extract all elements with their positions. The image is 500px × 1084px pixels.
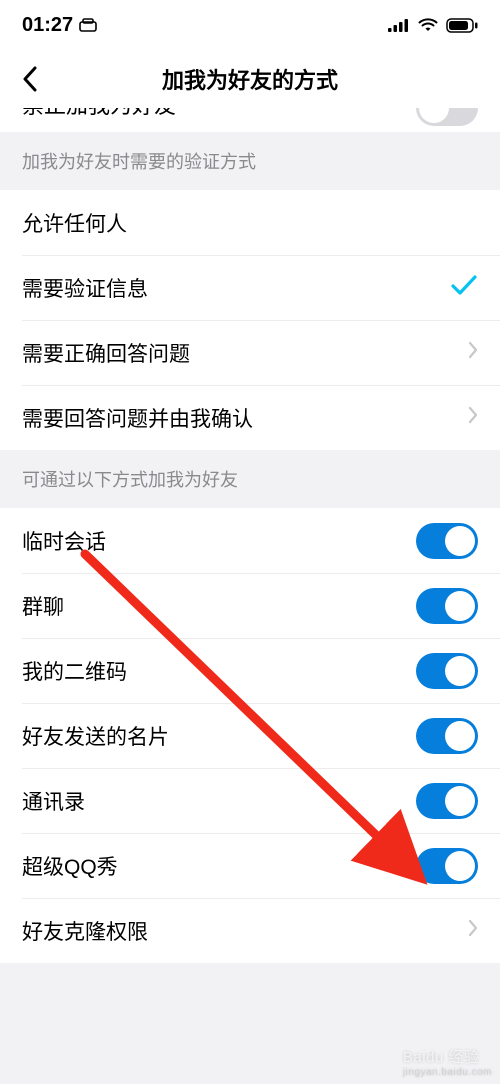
method-group-chat: 群聊 <box>0 573 500 638</box>
option-need-verify[interactable]: 需要验证信息 <box>0 255 500 320</box>
row-label: 临时会话 <box>22 526 106 556</box>
status-right <box>388 18 478 33</box>
toggle-group-chat[interactable] <box>416 588 478 624</box>
toggle-super-qq-show[interactable] <box>416 848 478 884</box>
section-header-methods: 可通过以下方式加我为好友 <box>0 450 500 508</box>
chevron-right-icon <box>468 406 478 429</box>
option-allow-anyone[interactable]: 允许任何人 <box>0 190 500 255</box>
row-label: 好友发送的名片 <box>22 721 169 751</box>
row-label: 通讯录 <box>22 786 85 816</box>
alarm-icon <box>79 18 97 32</box>
content: 禁止加我为好友 加我为好友时需要的验证方式 允许任何人 需要验证信息 需要正确回… <box>0 108 500 1084</box>
signal-icon <box>388 18 410 32</box>
battery-icon <box>446 18 478 33</box>
wifi-icon <box>418 18 438 32</box>
method-name-card: 好友发送的名片 <box>0 703 500 768</box>
section-methods: 临时会话 群聊 我的二维码 好友发送的名片 通讯录 超级QQ秀 好友克隆权限 <box>0 508 500 963</box>
toggle-qrcode[interactable] <box>416 653 478 689</box>
toggle-name-card[interactable] <box>416 718 478 754</box>
row-label: 超级QQ秀 <box>22 851 118 881</box>
row-label: 好友克隆权限 <box>22 916 148 946</box>
method-qrcode: 我的二维码 <box>0 638 500 703</box>
chevron-right-icon <box>468 341 478 364</box>
row-label: 需要正确回答问题 <box>22 338 190 368</box>
chevron-right-icon <box>468 919 478 942</box>
row-label: 需要验证信息 <box>22 273 148 303</box>
cutoff-row[interactable]: 禁止加我为好友 <box>0 108 500 132</box>
method-super-qq-show: 超级QQ秀 <box>0 833 500 898</box>
nav-header: 加我为好友的方式 <box>0 50 500 108</box>
status-left: 01:27 <box>22 14 97 37</box>
option-answer-question[interactable]: 需要正确回答问题 <box>0 320 500 385</box>
page-title: 加我为好友的方式 <box>162 63 338 95</box>
method-contacts: 通讯录 <box>0 768 500 833</box>
row-label: 需要回答问题并由我确认 <box>22 403 253 433</box>
cutoff-toggle[interactable] <box>416 108 478 126</box>
checkmark-icon <box>450 274 478 301</box>
cutoff-row-label: 禁止加我为好友 <box>22 108 176 120</box>
section-header-verification: 加我为好友时需要的验证方式 <box>0 132 500 190</box>
option-answer-confirm[interactable]: 需要回答问题并由我确认 <box>0 385 500 450</box>
row-label: 允许任何人 <box>22 208 127 238</box>
toggle-contacts[interactable] <box>416 783 478 819</box>
back-button[interactable] <box>10 50 50 108</box>
row-label: 我的二维码 <box>22 656 127 686</box>
friend-clone-permission[interactable]: 好友克隆权限 <box>0 898 500 963</box>
status-time: 01:27 <box>22 14 73 37</box>
section-verification: 允许任何人 需要验证信息 需要正确回答问题 需要回答问题并由我确认 <box>0 190 500 450</box>
status-bar: 01:27 <box>0 0 500 50</box>
row-label: 群聊 <box>22 591 64 621</box>
method-temp-session: 临时会话 <box>0 508 500 573</box>
toggle-temp-session[interactable] <box>416 523 478 559</box>
